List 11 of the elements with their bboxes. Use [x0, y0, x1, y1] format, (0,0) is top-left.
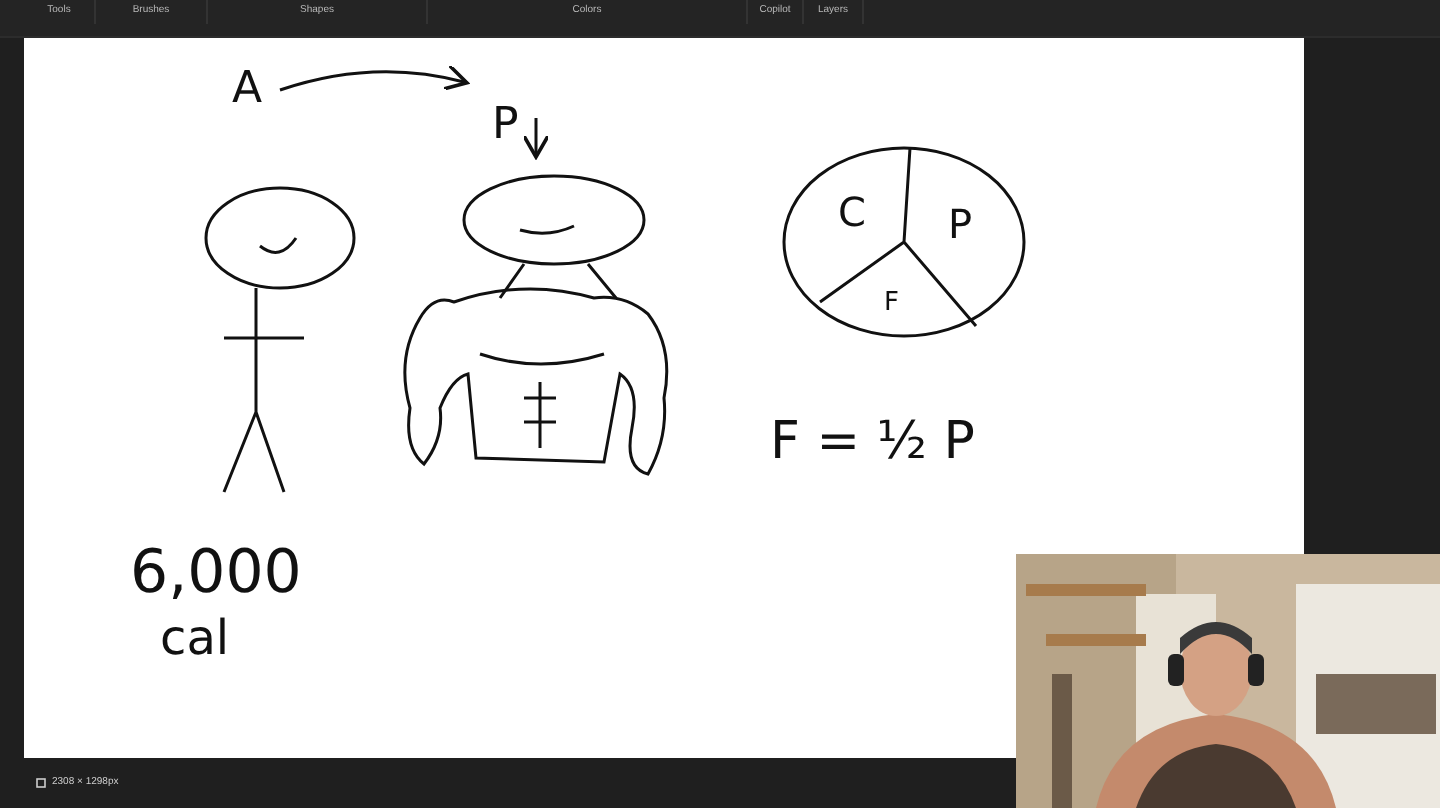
drawing-canvas[interactable]: A P C P F F = ½ P 6,000 cal — [24, 37, 1304, 758]
pie-label: F — [884, 287, 899, 318]
down-arrow-drawing — [522, 117, 550, 158]
image-size-icon — [36, 777, 46, 788]
letter-label: A — [232, 63, 263, 114]
pie-label: C — [838, 187, 866, 236]
formula-text: F = ½ P — [770, 411, 975, 472]
pie-label: P — [948, 199, 973, 248]
calorie-number: 6,000 — [130, 537, 302, 608]
letter-label: P — [492, 99, 519, 150]
unit-label: cal — [160, 609, 230, 666]
